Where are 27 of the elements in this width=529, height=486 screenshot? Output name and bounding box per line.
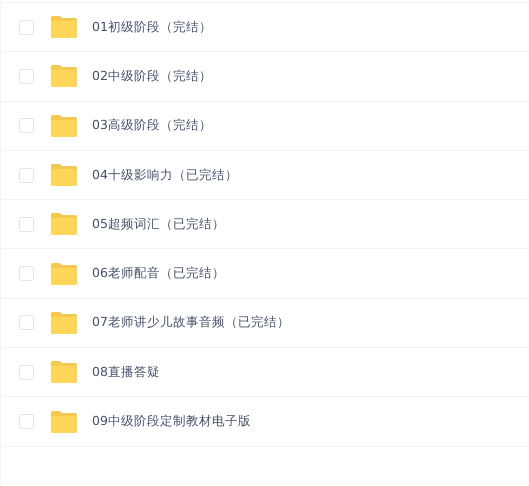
folder-icon — [50, 262, 78, 285]
folder-name[interactable]: 06老师配音（已完结） — [92, 265, 225, 282]
folder-icon — [50, 312, 78, 334]
folder-name[interactable]: 01初级阶段（完结） — [92, 18, 212, 36]
folder-icon — [50, 410, 78, 433]
checkbox[interactable] — [19, 414, 34, 430]
folder-icon — [50, 213, 78, 236]
folder-name[interactable]: 02中级阶段（完结） — [92, 68, 212, 85]
checkbox[interactable] — [19, 266, 34, 282]
checkbox[interactable] — [19, 68, 34, 84]
checkbox[interactable] — [19, 20, 34, 35]
checkbox[interactable] — [19, 216, 34, 232]
folder-icon — [50, 361, 78, 384]
folder-icon — [50, 16, 78, 38]
folder-icon — [50, 164, 78, 186]
folder-name[interactable]: 05超频词汇（已完结） — [92, 216, 225, 233]
checkbox[interactable] — [19, 315, 34, 330]
folder-icon — [50, 114, 78, 137]
folder-icon — [50, 65, 78, 88]
checkbox[interactable] — [19, 168, 34, 183]
folder-name[interactable]: 07老师讲少儿故事音频（已完结） — [92, 314, 290, 332]
folder-name[interactable]: 04十级影响力（已完结） — [92, 166, 238, 184]
checkbox[interactable] — [19, 364, 34, 380]
folder-name[interactable]: 09中级阶段定制教材电子版 — [92, 413, 251, 430]
checkbox[interactable] — [19, 118, 34, 134]
folder-name[interactable]: 08直播答疑 — [92, 364, 160, 381]
folder-name[interactable]: 03高级阶段（完结） — [92, 117, 212, 134]
